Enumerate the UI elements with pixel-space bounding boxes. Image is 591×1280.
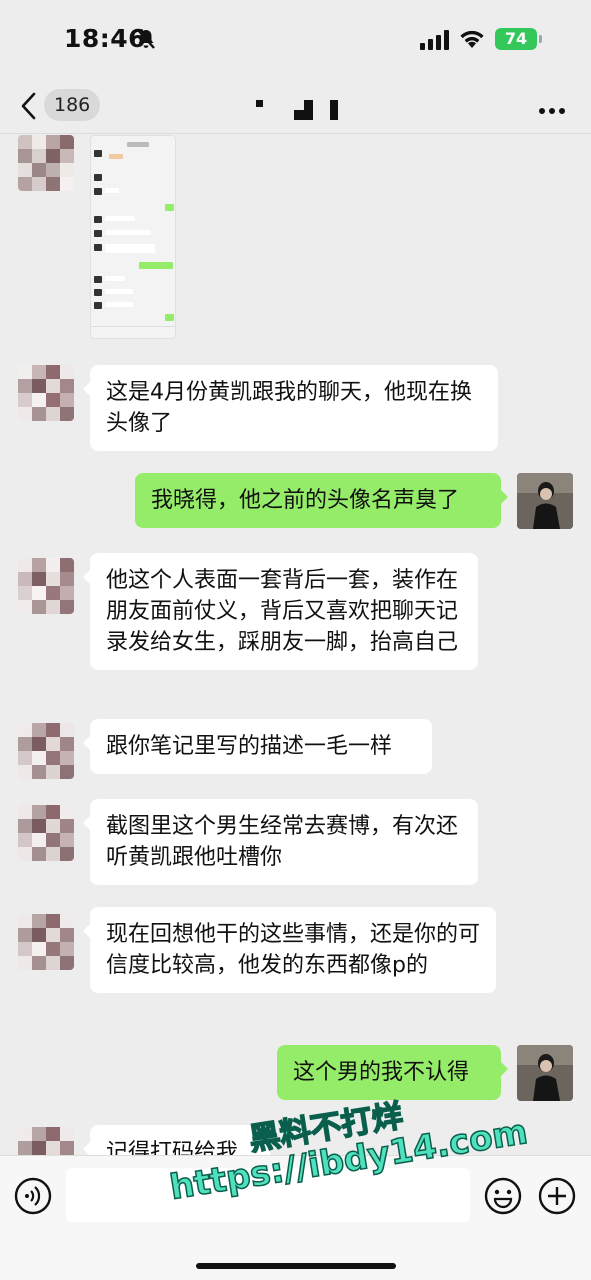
- message-bubble[interactable]: 跟你笔记里写的描述一毛一样: [83, 719, 432, 774]
- image-message[interactable]: [90, 135, 176, 339]
- contact-avatar[interactable]: [18, 914, 74, 970]
- my-avatar[interactable]: [517, 1045, 573, 1101]
- status-bar: 18:46 74: [0, 0, 591, 80]
- contact-avatar[interactable]: [18, 365, 74, 421]
- back-icon[interactable]: [18, 90, 40, 126]
- message-bubble[interactable]: 记得打码给我: [83, 1125, 270, 1155]
- chat-header: 186: [0, 80, 591, 134]
- contact-avatar[interactable]: [18, 558, 74, 614]
- message-bubble[interactable]: 现在回想他干的这些事情，还是你的可信度比较高，他发的东西都像p的: [83, 907, 496, 993]
- plus-icon[interactable]: [538, 1177, 576, 1219]
- my-avatar[interactable]: [517, 473, 573, 529]
- message-list[interactable]: 这是4月份黄凯跟我的聊天，他现在换头像了 我晓得，他之前的头像名声臭了 他这个人…: [0, 135, 591, 1155]
- battery-cap: [539, 35, 542, 43]
- contact-avatar[interactable]: [18, 135, 74, 191]
- wifi-icon: [458, 27, 486, 53]
- emoji-icon[interactable]: [484, 1177, 522, 1219]
- signal-icon: [420, 30, 450, 54]
- message-bubble[interactable]: 他这个人表面一套背后一套，装作在朋友面前仗义，背后又喜欢把聊天记录发给女生，踩朋…: [83, 553, 478, 670]
- chat-title-redacted: [252, 96, 352, 120]
- unread-count-badge[interactable]: 186: [44, 89, 101, 121]
- contact-avatar[interactable]: [18, 723, 74, 779]
- status-time: 18:46: [64, 24, 147, 53]
- bell-slash-icon: [136, 28, 156, 54]
- message-bubble[interactable]: 这是4月份黄凯跟我的聊天，他现在换头像了: [83, 365, 498, 451]
- battery-indicator: 74: [495, 28, 537, 50]
- more-icon[interactable]: [538, 100, 566, 119]
- message-bubble[interactable]: 截图里这个男生经常去赛博，有次还听黄凯跟他吐槽你: [83, 799, 478, 885]
- contact-avatar[interactable]: [18, 1127, 74, 1155]
- message-bubble[interactable]: 我晓得，他之前的头像名声臭了: [135, 473, 508, 528]
- home-indicator: [196, 1263, 396, 1269]
- contact-avatar[interactable]: [18, 805, 74, 861]
- voice-icon[interactable]: [14, 1177, 52, 1219]
